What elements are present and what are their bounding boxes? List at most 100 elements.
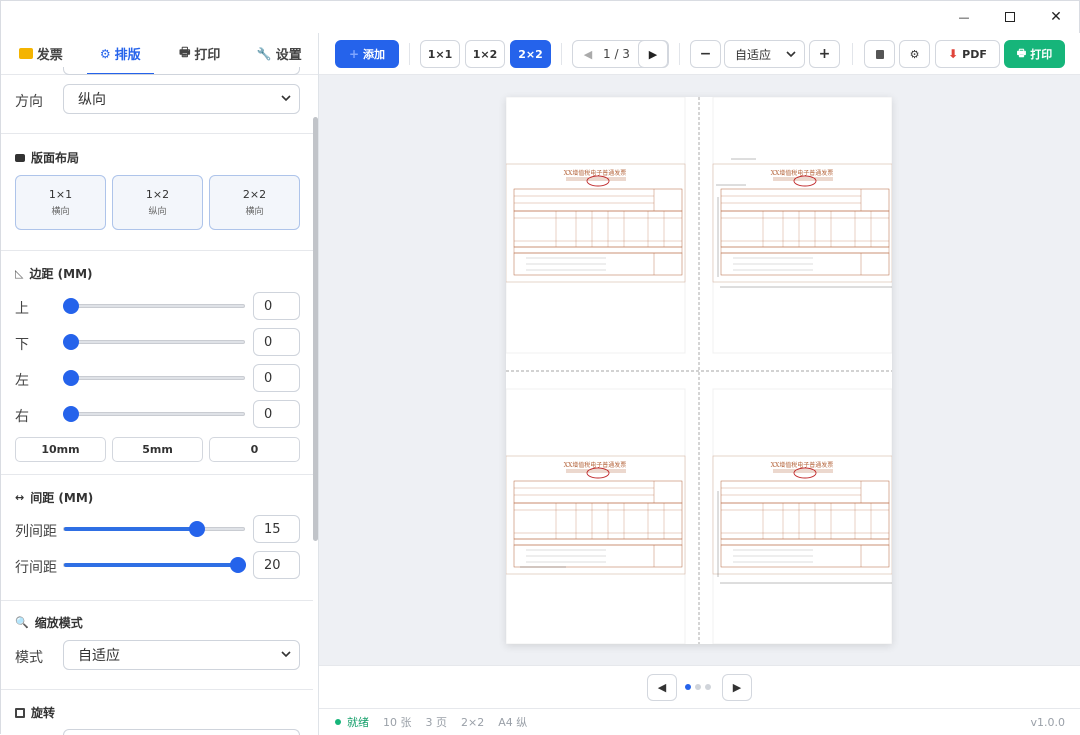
margin-bottom-slider[interactable] <box>63 334 245 350</box>
status-layout: 2×2 <box>461 715 485 729</box>
margin-bottom-label: 下 <box>15 337 29 353</box>
zoom-select[interactable]: 自适应 <box>724 40 805 68</box>
invoice-thumbnail <box>712 163 893 283</box>
next-page-button[interactable]: ▶ <box>638 40 668 68</box>
page-navigator: ◀ 1 / 3 ▶ <box>572 40 669 68</box>
layout-2x2-button[interactable]: 2×2 <box>510 40 551 68</box>
status-bar: 就绪 10 张 3 页 2×2 A4 纵 v1.0.0 <box>319 708 1080 735</box>
separator <box>409 43 410 65</box>
scale-mode-select[interactable]: 自适应 <box>63 640 300 670</box>
prev-page-button[interactable]: ◀ <box>573 48 603 61</box>
scale-mode-value: 自适应 <box>78 648 120 664</box>
status-pages: 3 页 <box>425 716 448 729</box>
toolbar: + 添加 1×1 1×2 2×2 ◀ 1 / 3 ▶ − 自适应 + ⚙ ⬇ P… <box>319 33 1080 75</box>
slider-thumb[interactable] <box>63 406 79 422</box>
print-button[interactable]: 🖶 打印 <box>1004 40 1065 68</box>
magnifier-icon: 🔍 <box>15 616 29 629</box>
row-gap-slider[interactable] <box>63 557 246 573</box>
export-pdf-button[interactable]: ⬇ PDF <box>935 40 1000 68</box>
pager-prev-button[interactable]: ◀ <box>647 674 677 701</box>
layout-card-name: 2×2 <box>242 188 267 201</box>
slider-fill <box>64 563 246 567</box>
ruler-icon: ◺ <box>15 267 24 280</box>
sidebar-scrollbar[interactable] <box>313 117 318 541</box>
slider-thumb[interactable] <box>63 370 79 386</box>
pager-next-button[interactable]: ▶ <box>722 674 752 701</box>
zoom-value: 自适应 <box>735 47 772 62</box>
trash-icon <box>875 49 884 59</box>
layout-card-name: 1×2 <box>145 188 170 201</box>
preset-label: 5mm <box>142 443 173 456</box>
margin-top-slider[interactable] <box>63 298 245 314</box>
margin-top-input[interactable]: 0 <box>253 292 300 320</box>
column-gap-slider[interactable] <box>63 521 245 537</box>
invoice-thumbnail <box>712 455 893 575</box>
row-gap-value: 20 <box>264 557 281 573</box>
title-bar: — ✕ <box>1 1 1080 33</box>
pager-dots <box>685 684 711 690</box>
divider <box>1 474 313 475</box>
margin-bottom-input[interactable]: 0 <box>253 328 300 356</box>
wrench-icon: 🔧 <box>256 46 272 61</box>
margin-left-slider[interactable] <box>63 370 245 386</box>
separator <box>561 43 562 65</box>
app-window: — ✕ 发票 ⚙ 排版 🖶 打印 🔧 设置 方向 纵向 版面布局 1×1 横向 … <box>0 0 1080 735</box>
zoom-out-button[interactable]: − <box>690 40 721 68</box>
sidebar: 发票 ⚙ 排版 🖶 打印 🔧 设置 方向 纵向 版面布局 1×1 横向 1×2 … <box>1 33 319 735</box>
slider-thumb[interactable] <box>63 298 79 314</box>
settings-button[interactable]: ⚙ <box>899 40 930 68</box>
slider-thumb[interactable] <box>63 334 79 350</box>
margin-left-label: 左 <box>15 373 29 389</box>
plus-icon: + <box>348 47 360 61</box>
layout-card-orient: 横向 <box>51 207 70 217</box>
separator <box>852 43 853 65</box>
margin-left-input[interactable]: 0 <box>253 364 300 392</box>
layout-card-1x1[interactable]: 1×1 横向 <box>15 175 106 230</box>
tab-label: 设置 <box>275 48 302 63</box>
preview-page: XX增值税电子普通发票 <box>505 96 893 645</box>
gear-icon: ⚙ <box>99 46 111 61</box>
status-dot-icon <box>335 719 341 725</box>
tab-label: 发票 <box>36 48 63 63</box>
page-dot[interactable] <box>705 684 711 690</box>
status-state: 就绪 <box>347 716 369 729</box>
margin-preset-0[interactable]: 0 <box>209 437 300 462</box>
layout-section-label: 版面布局 <box>31 151 80 165</box>
page-dot-active[interactable] <box>685 684 691 690</box>
layout-1x2-button[interactable]: 1×2 <box>465 40 505 68</box>
page-dot[interactable] <box>695 684 701 690</box>
divider <box>1 600 313 601</box>
column-gap-input[interactable]: 15 <box>253 515 300 543</box>
margin-preset-10mm[interactable]: 10mm <box>15 437 106 462</box>
margin-right-slider[interactable] <box>63 406 245 422</box>
close-button[interactable]: ✕ <box>1033 1 1079 33</box>
minimize-button[interactable]: — <box>941 1 987 33</box>
slider-thumb[interactable] <box>189 521 205 537</box>
layout-1x1-button[interactable]: 1×1 <box>420 40 460 68</box>
plus-icon: + <box>818 46 831 62</box>
margin-right-input[interactable]: 0 <box>253 400 300 428</box>
add-button[interactable]: + 添加 <box>335 40 399 68</box>
layout-card-1x2[interactable]: 1×2 纵向 <box>112 175 203 230</box>
page-pager: ◀ ▶ <box>319 665 1080 708</box>
margin-top-value: 0 <box>264 298 273 314</box>
maximize-button[interactable] <box>987 1 1033 33</box>
margin-preset-5mm[interactable]: 5mm <box>112 437 203 462</box>
minimize-icon: — <box>958 10 970 24</box>
layout-card-2x2[interactable]: 2×2 横向 <box>209 175 300 230</box>
orientation-label: 方向 <box>15 94 43 110</box>
margin-top-label: 上 <box>15 301 29 317</box>
layout-label: 1×2 <box>472 47 498 61</box>
orientation-value: 纵向 <box>78 92 106 108</box>
preset-label: 10mm <box>41 443 80 456</box>
gap-section-title: ↔ 间距 (MM) <box>15 489 93 506</box>
delete-button[interactable] <box>864 40 895 68</box>
margin-section-title: ◺ 边距 (MM) <box>15 265 93 282</box>
orientation-select[interactable]: 纵向 <box>63 84 300 114</box>
pdf-label: PDF <box>962 47 987 61</box>
zoom-in-button[interactable]: + <box>809 40 840 68</box>
gap-section-label: 间距 (MM) <box>30 491 94 505</box>
slider-thumb[interactable] <box>230 557 246 573</box>
row-gap-input[interactable]: 20 <box>253 551 300 579</box>
slider-fill <box>64 527 198 531</box>
